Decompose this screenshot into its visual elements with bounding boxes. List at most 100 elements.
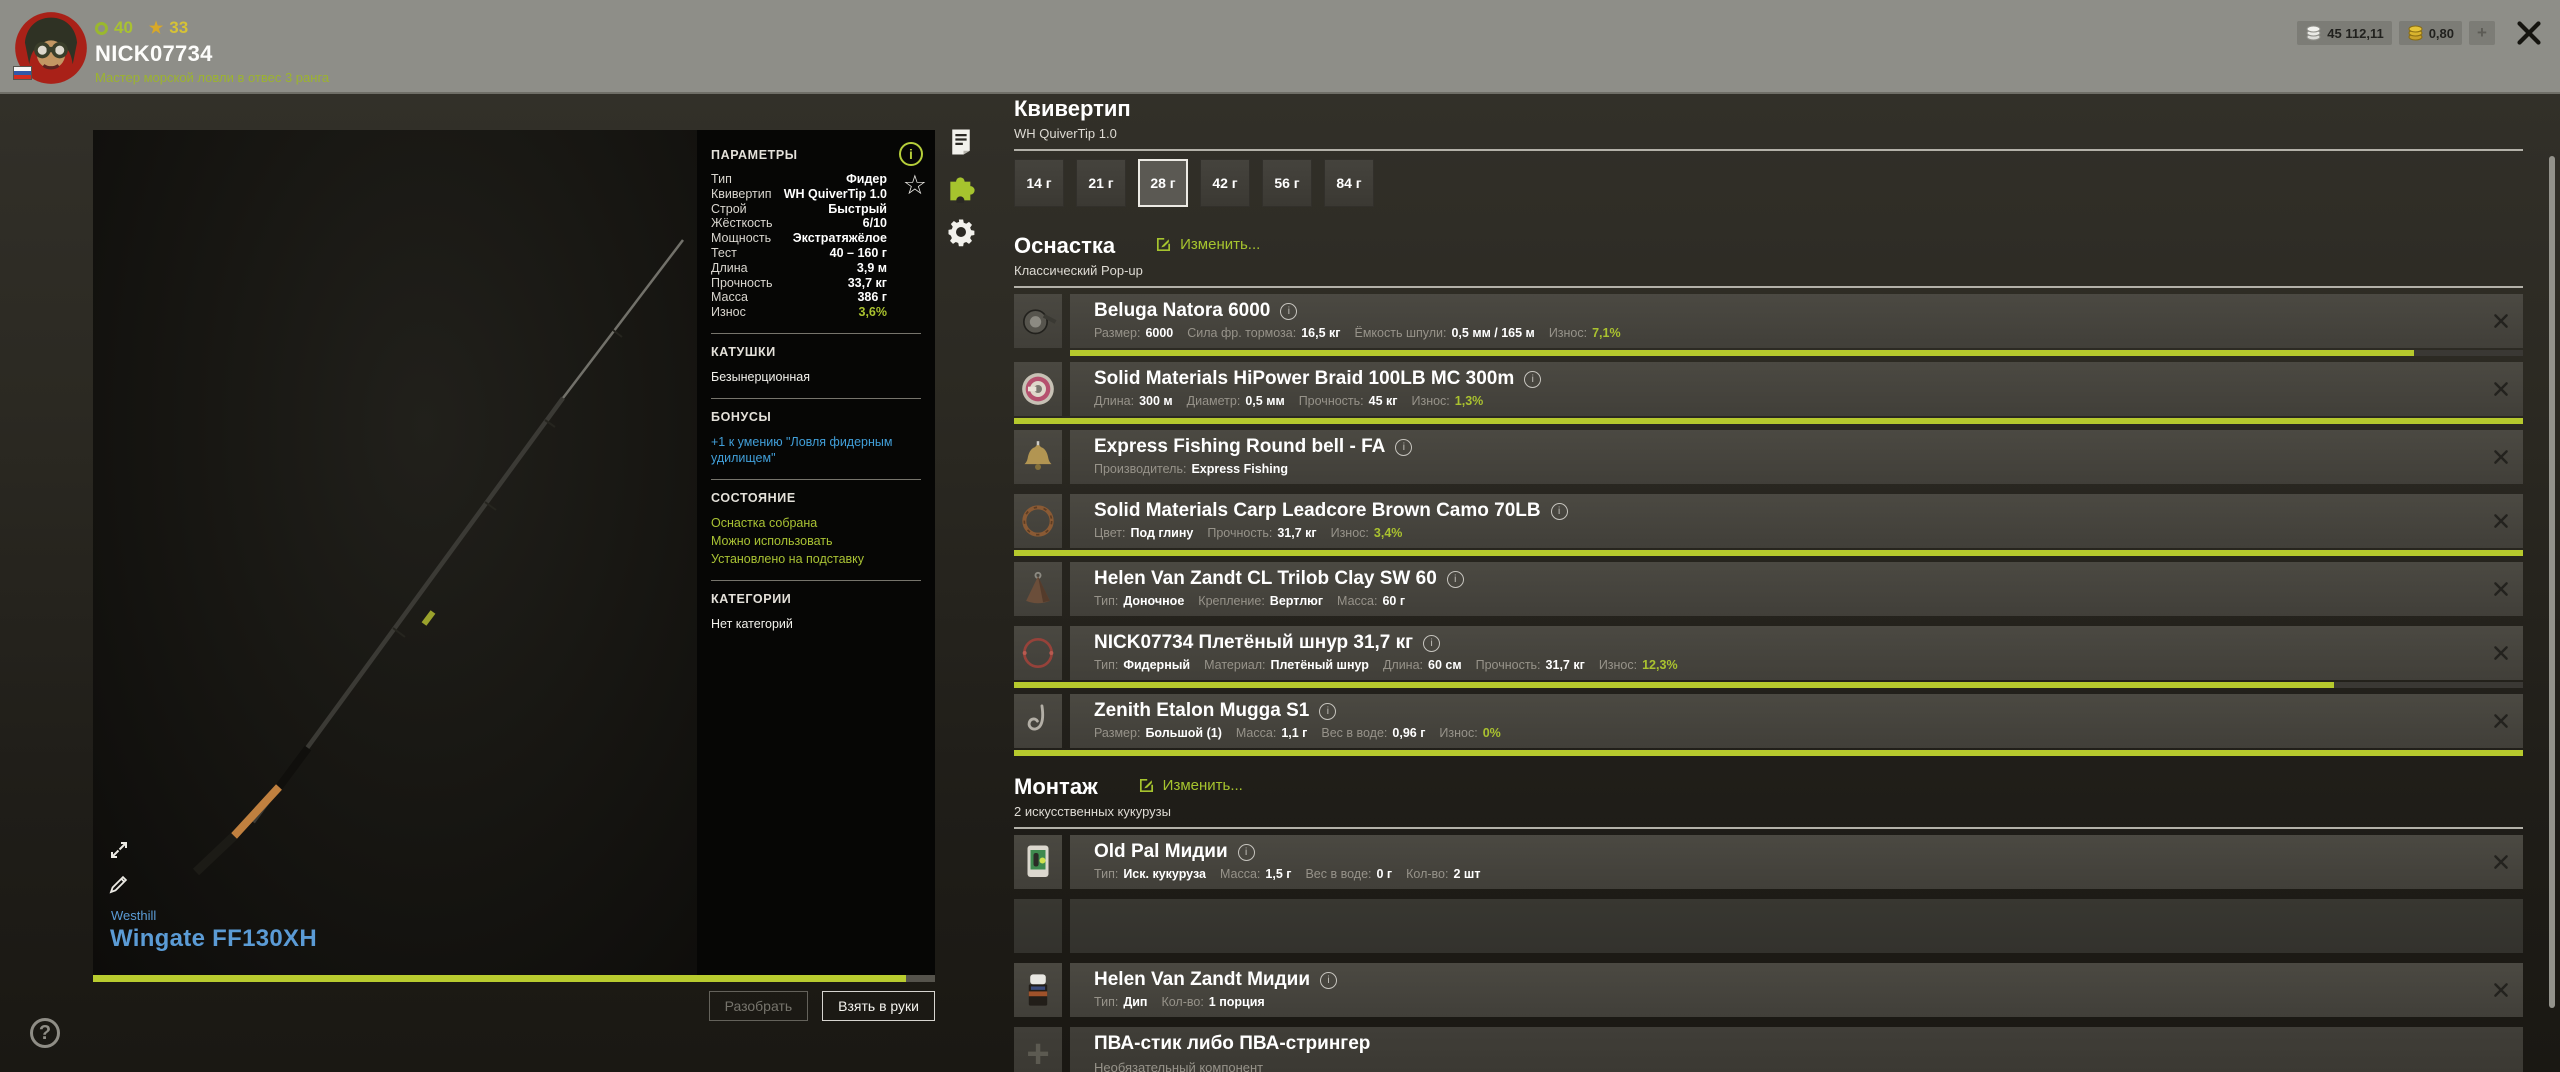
param-label: Строй xyxy=(711,201,747,216)
item-stats: Тип: Фидерный Материал: Плетёный шнур Длина:… xyxy=(1094,658,2477,672)
info-icon[interactable]: i xyxy=(1446,570,1464,588)
gear-icon xyxy=(948,219,975,247)
item-stats: Длина: 300 м Диаметр: 0,5 мм Прочность: 45 кг… xyxy=(1094,394,2477,408)
item-body[interactable]: ПВА-стик либо ПВА-стрингер Необязательны… xyxy=(1070,1027,2523,1072)
item-body[interactable]: Solid Materials Carp Leadcore Brown Camo… xyxy=(1070,494,2523,548)
remove-item-button[interactable] xyxy=(2493,449,2509,465)
rod-preview[interactable]: Westhill Wingate FF130XH xyxy=(93,130,697,975)
stat-value-wear: 7,1% xyxy=(1592,326,1621,340)
rig-edit-button[interactable]: Изменить... xyxy=(1155,236,1260,253)
mount-item-dip: Helen Van Zandt Мидии i Тип: Дип Кол-во: 1 … xyxy=(1014,963,2523,1017)
info-icon[interactable]: i xyxy=(1280,302,1298,320)
item-body[interactable]: Solid Materials HiPower Braid 100LB MC 3… xyxy=(1070,362,2523,416)
info-icon[interactable]: i xyxy=(899,142,923,166)
item-body[interactable]: Zenith Etalon Mugga S1 i Размер: Большой … xyxy=(1070,694,2523,748)
param-value: Фидер xyxy=(846,172,887,186)
item-body[interactable]: Beluga Natora 6000 i Размер: 6000 Сила фр.… xyxy=(1070,294,2523,348)
rod-view-tools xyxy=(107,838,131,896)
leader-icon xyxy=(1014,626,1062,680)
stat-value: Иск. кукуруза xyxy=(1123,867,1206,881)
top-bar: 40 ★ 33 NICK07734 Мастер морской ловли в… xyxy=(0,0,2560,94)
remove-item-button[interactable] xyxy=(2493,645,2509,661)
remove-item-button[interactable] xyxy=(2493,313,2509,329)
avatar[interactable] xyxy=(13,10,89,86)
x-icon xyxy=(2494,314,2508,328)
stat-label: Длина: xyxy=(1094,394,1135,408)
tip-option-14[interactable]: 14 г xyxy=(1014,159,1064,207)
info-icon[interactable]: i xyxy=(1395,438,1413,456)
settings-tab[interactable] xyxy=(945,216,977,248)
expand-icon[interactable] xyxy=(107,838,131,862)
state-line: Оснастка собрана xyxy=(711,515,818,530)
param-value-wear: 3,6% xyxy=(858,305,888,320)
x-icon xyxy=(2494,714,2508,728)
corn-pack-icon xyxy=(1014,835,1062,889)
stat-value-wear: 1,3% xyxy=(1454,394,1484,408)
add-money-button[interactable]: + xyxy=(2469,21,2495,45)
rod-brand: Westhill xyxy=(111,908,157,923)
mount-item-bait: Old Pal Мидии i Тип: Иск. кукуруза Масса: 1… xyxy=(1014,835,2523,889)
item-body[interactable]: Helen Van Zandt CL Trilob Clay SW 60 i Т… xyxy=(1070,562,2523,616)
assembly-tab-active[interactable] xyxy=(945,171,977,203)
item-body[interactable]: Express Fishing Round bell - FA i Произв… xyxy=(1070,430,2523,484)
section-header: КАТЕГОРИИ xyxy=(711,591,792,606)
mount-edit-button[interactable]: Изменить... xyxy=(1138,777,1243,794)
stat-label: Материал: xyxy=(1204,658,1266,672)
item-body[interactable]: NICK07734 Плетёный шнур 31,7 кг i Тип: Фи… xyxy=(1070,626,2523,680)
tip-option-28-selected[interactable]: 28 г xyxy=(1138,159,1188,207)
gold-balance[interactable]: 0,80 xyxy=(2398,21,2462,45)
section-state: СОСТОЯНИЕ Оснастка собрана Можно использ… xyxy=(711,491,921,567)
rod-actions: Разобрать Взять в руки xyxy=(93,991,935,1021)
help-button[interactable]: ? xyxy=(30,1018,60,1048)
param-value: 386 г xyxy=(857,290,887,305)
stat-label: Тип: xyxy=(1094,594,1119,608)
scrollbar-thumb[interactable] xyxy=(2549,156,2555,1008)
info-icon[interactable]: i xyxy=(1319,702,1337,720)
stat-value: Большой (1) xyxy=(1145,726,1222,740)
item-body[interactable]: Old Pal Мидии i Тип: Иск. кукуруза Масса: 1… xyxy=(1070,835,2523,889)
remove-item-button[interactable] xyxy=(2493,713,2509,729)
item-stats: Тип: Доночное Крепление: Вертлюг Масса: 60 г xyxy=(1094,594,2477,608)
plus-icon[interactable]: + xyxy=(1014,1027,1062,1072)
remove-item-button[interactable] xyxy=(2493,381,2509,397)
empty-slot-body[interactable] xyxy=(1070,899,2523,953)
quivertip-title: Квивертип xyxy=(1014,96,1131,121)
stat-value: 300 м xyxy=(1139,394,1173,408)
close-button[interactable] xyxy=(2516,20,2542,46)
stat-value: 60 г xyxy=(1382,594,1406,608)
remove-item-button[interactable] xyxy=(2493,854,2509,870)
remove-item-button[interactable] xyxy=(2493,982,2509,998)
stat-value: Доночное xyxy=(1123,594,1185,608)
item-stats: Размер: Большой (1) Масса: 1,1 г Вес в воде:… xyxy=(1094,726,2477,740)
info-icon[interactable]: i xyxy=(1237,843,1255,861)
stat-value: 31,7 кг xyxy=(1277,526,1317,540)
param-label: Прочность xyxy=(711,275,773,290)
remove-item-button[interactable] xyxy=(2493,513,2509,529)
rig-subtitle: Классический Pop-up xyxy=(1014,263,1143,278)
silver-balance[interactable]: 45 112,11 xyxy=(2297,21,2392,45)
notes-tab[interactable] xyxy=(945,126,977,158)
info-icon[interactable]: i xyxy=(1550,502,1568,520)
info-icon[interactable]: i xyxy=(1524,370,1542,388)
tip-option-21[interactable]: 21 г xyxy=(1076,159,1126,207)
durability-bar xyxy=(1070,350,2523,356)
tip-option-84[interactable]: 84 г xyxy=(1324,159,1374,207)
star-outline-icon[interactable]: ☆ xyxy=(903,170,927,200)
tip-option-56[interactable]: 56 г xyxy=(1262,159,1312,207)
stat-value: 31,7 кг xyxy=(1545,658,1585,672)
section-line: Безынерционная xyxy=(711,369,811,384)
info-icon[interactable]: i xyxy=(1320,971,1338,989)
item-body[interactable]: Helen Van Zandt Мидии i Тип: Дип Кол-во: 1 … xyxy=(1070,963,2523,1017)
remove-item-button[interactable] xyxy=(2493,581,2509,597)
take-in-hands-button[interactable]: Взять в руки xyxy=(822,991,935,1021)
pencil-icon[interactable] xyxy=(107,872,131,896)
rod-model: Wingate FF130XH xyxy=(110,925,317,952)
stat-value: 16,5 кг xyxy=(1301,326,1341,340)
player-info: 40 ★ 33 NICK07734 Мастер морской ловли в… xyxy=(95,18,329,85)
item-name: Helen Van Zandt CL Trilob Clay SW 60 xyxy=(1094,568,1437,589)
item-name: Express Fishing Round bell - FA xyxy=(1094,436,1386,457)
hook-icon xyxy=(1014,694,1062,748)
tip-option-42[interactable]: 42 г xyxy=(1200,159,1250,207)
disassemble-button[interactable]: Разобрать xyxy=(708,991,809,1021)
info-icon[interactable]: i xyxy=(1423,634,1441,652)
